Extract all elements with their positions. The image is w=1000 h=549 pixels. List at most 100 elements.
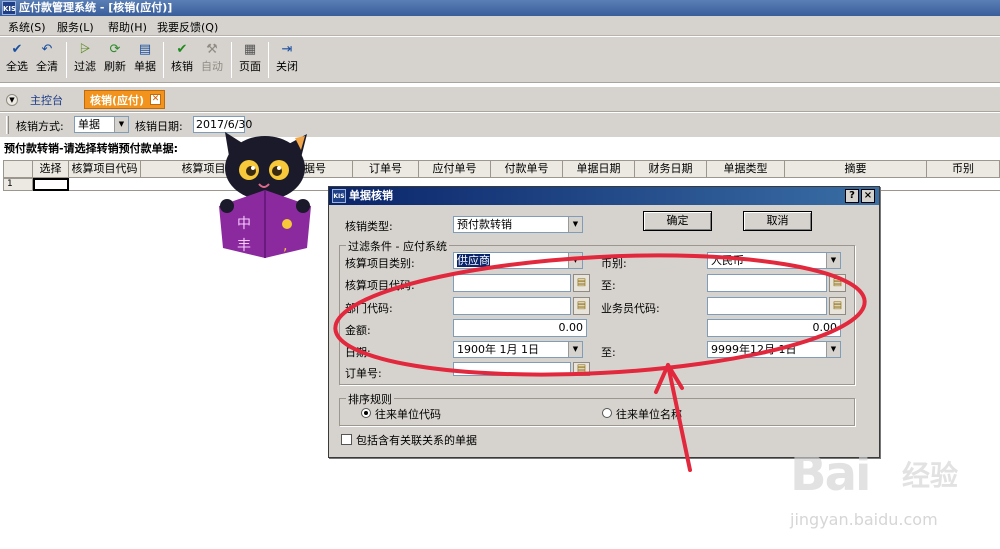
column-header[interactable]: 选择	[33, 160, 69, 178]
item-category-select[interactable]: 供应商 ▼	[453, 252, 583, 269]
column-header[interactable]: 付款单号	[491, 160, 563, 178]
toolbar-separator	[268, 42, 269, 78]
baidu-watermark: Bai 经验 jingyan.baidu.com	[790, 440, 990, 540]
watermark-url: jingyan.baidu.com	[790, 510, 938, 529]
verify-method-select[interactable]: 单据 ▼	[74, 116, 129, 133]
tab-home[interactable]: 主控台	[30, 92, 63, 108]
watermark-brand: Bai	[790, 446, 871, 502]
grid-caption: 预付款转销-请选择转销预付款单据:	[4, 142, 178, 155]
refresh-button[interactable]: ⟳ 刷新	[102, 41, 128, 81]
currency-select[interactable]: 人民币 ▼	[707, 252, 841, 269]
filter-group-title: 过滤条件 - 应付系统	[346, 238, 449, 254]
svg-text:,: ,	[283, 238, 287, 254]
row-header: 1	[3, 178, 33, 191]
item-category-label: 核算项目类别:	[345, 257, 415, 270]
column-header[interactable]: 财务日期	[635, 160, 707, 178]
cancel-button[interactable]: 取消	[743, 211, 812, 231]
currency-label: 币别:	[601, 257, 627, 270]
column-header[interactable]: 订单号	[353, 160, 419, 178]
chevron-down-icon: ▼	[826, 253, 840, 268]
filter-bar: 核销方式: 单据 ▼ 核销日期: 2017/6/30	[0, 113, 1000, 137]
item-code-label: 核算项目代码:	[345, 279, 415, 292]
column-header[interactable]: 币别	[927, 160, 1000, 178]
tab-label: 核销(应付)	[90, 94, 145, 107]
sort-by-code-label: 往来单位代码	[375, 408, 441, 421]
dept-code-field[interactable]	[453, 297, 571, 315]
page-button[interactable]: ▦ 页面	[237, 41, 263, 81]
to-label: 至:	[601, 346, 616, 359]
date-label: 日期:	[345, 346, 371, 359]
app-logo-icon: KIS	[2, 1, 16, 15]
dept-code-label: 部门代码:	[345, 302, 393, 315]
menu-service[interactable]: 服务(L)	[57, 19, 94, 35]
amount-label: 金额:	[345, 324, 371, 337]
select-all-button[interactable]: ✔ 全选	[4, 41, 30, 81]
column-header[interactable]: 应付单号	[419, 160, 491, 178]
verify-button[interactable]: ✔ 核销	[169, 41, 195, 81]
lookup-icon[interactable]: ▤	[573, 297, 590, 315]
page-icon: ▦	[243, 42, 257, 57]
column-header[interactable]: 核算项目代码	[69, 160, 141, 178]
menu-help[interactable]: 帮助(H)	[108, 19, 147, 35]
close-button[interactable]: ⇥ 关闭	[274, 41, 300, 81]
sort-by-name-radio[interactable]	[602, 408, 612, 418]
item-code-to-field[interactable]	[707, 274, 827, 292]
select-all-icon: ✔	[11, 42, 23, 57]
lookup-icon[interactable]: ▤	[573, 362, 590, 376]
verify-date-label: 核销日期:	[135, 120, 183, 133]
close-icon: ⇥	[281, 42, 293, 57]
sort-by-code-radio[interactable]	[361, 408, 371, 418]
lookup-icon[interactable]: ▤	[829, 297, 846, 315]
to-label: 至:	[601, 279, 616, 292]
close-icon[interactable]: ×	[861, 189, 875, 203]
sort-by-name-label: 往来单位名称	[616, 408, 682, 421]
order-number-field[interactable]	[453, 362, 571, 376]
toolbar-separator	[231, 42, 232, 78]
chevron-down-icon: ▼	[114, 117, 128, 132]
select-cell[interactable]	[33, 178, 69, 191]
chevron-down-icon: ▼	[826, 342, 840, 357]
column-header[interactable]: 单据日期	[563, 160, 635, 178]
toolbar-separator	[66, 42, 67, 78]
column-header[interactable]: 单据类型	[707, 160, 785, 178]
tab-bar: ▼ 主控台 核销(应付) ✕	[0, 87, 1000, 112]
auto-icon: ⚒	[206, 42, 218, 57]
cat-mascot-image: 中 丰 ,	[219, 132, 311, 258]
filter-button[interactable]: ⩥ 过滤	[72, 41, 98, 81]
include-related-label: 包括含有关联关系的单据	[356, 434, 477, 447]
tab-verify-payable[interactable]: 核销(应付) ✕	[84, 90, 166, 109]
menu-system[interactable]: 系统(S)	[8, 19, 46, 35]
chevron-down-icon[interactable]: ▼	[6, 94, 18, 106]
dialog-titlebar: KIS 单据核销 ? ×	[329, 187, 879, 205]
menu-feedback[interactable]: 我要反馈(Q)	[157, 19, 218, 35]
auto-button[interactable]: ⚒ 自动	[199, 41, 225, 81]
document-button[interactable]: ▤ 单据	[132, 41, 158, 81]
salesman-code-field[interactable]	[707, 297, 827, 315]
clear-all-button[interactable]: ↶ 全清	[34, 41, 60, 81]
ok-button[interactable]: 确定	[643, 211, 712, 231]
help-icon[interactable]: ?	[845, 189, 859, 203]
salesman-code-label: 业务员代码:	[601, 302, 660, 315]
include-related-checkbox[interactable]	[341, 434, 352, 445]
lookup-icon[interactable]: ▤	[829, 274, 846, 292]
amount-to-field[interactable]: 0.00	[707, 319, 841, 337]
document-icon: ▤	[138, 42, 152, 57]
order-number-label: 订单号:	[345, 367, 382, 380]
clear-all-icon: ↶	[41, 42, 53, 57]
date-to-picker[interactable]: 9999年12月 1日 ▼	[707, 341, 841, 358]
column-header[interactable]: 摘要	[785, 160, 927, 178]
amount-from-field[interactable]: 0.00	[453, 319, 587, 337]
tab-close-icon[interactable]: ✕	[150, 94, 162, 105]
refresh-icon: ⟳	[109, 42, 121, 57]
item-code-from-field[interactable]	[453, 274, 571, 292]
window-titlebar: KIS 应付款管理系统 - [核销(应付)]	[0, 0, 1000, 16]
menu-bar: 系统(S) 服务(L) 帮助(H) 我要反馈(Q)	[0, 16, 1000, 36]
date-from-picker[interactable]: 1900年 1月 1日 ▼	[453, 341, 583, 358]
chevron-down-icon: ▼	[568, 217, 582, 232]
watermark-brand-tail: 经验	[902, 459, 959, 492]
chevron-down-icon: ▼	[568, 253, 582, 268]
verify-type-select[interactable]: 预付款转销 ▼	[453, 216, 583, 233]
toolbar: ✔ 全选 ↶ 全清 ⩥ 过滤 ⟳ 刷新 ▤ 单据 ✔ 核销 ⚒ 自动 ▦ 页面 ⇥ 关闭	[0, 37, 1000, 83]
lookup-icon[interactable]: ▤	[573, 274, 590, 292]
mascot-char-1: 中	[237, 216, 251, 232]
